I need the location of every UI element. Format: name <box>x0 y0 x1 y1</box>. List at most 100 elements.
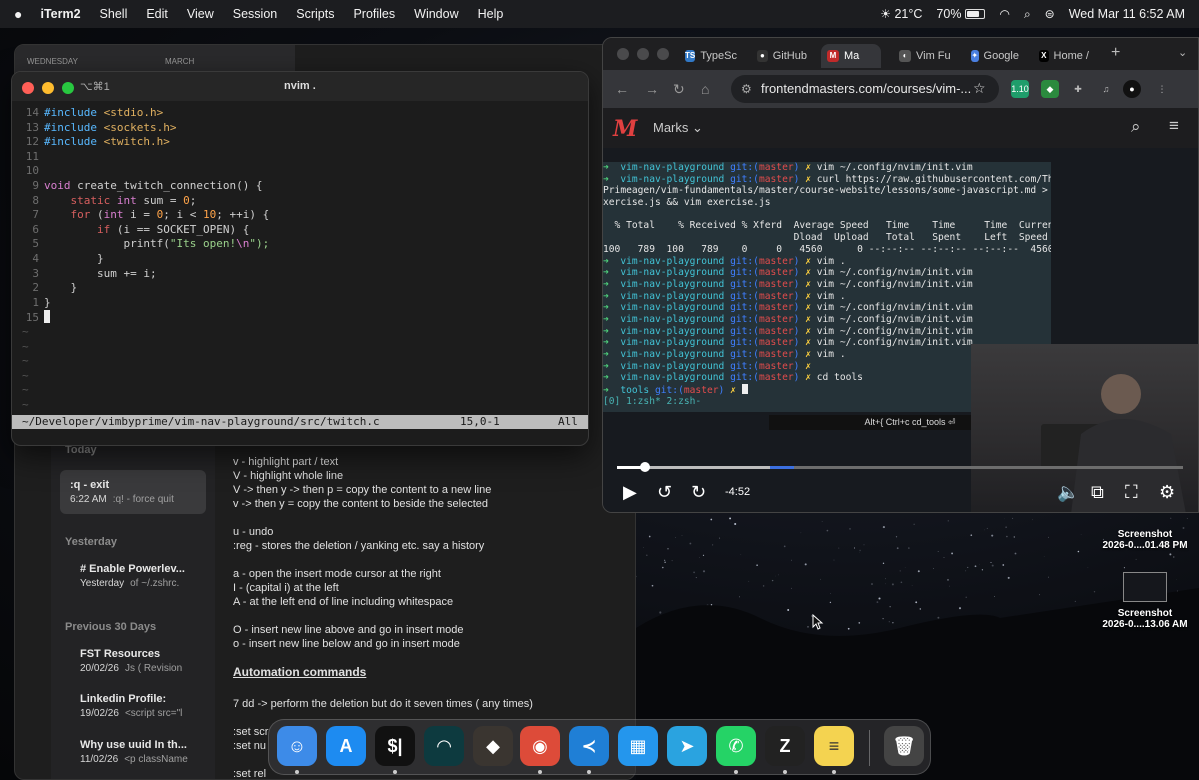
zoom-button[interactable] <box>62 82 74 94</box>
code-line[interactable]: 3 sum += i; <box>12 267 588 282</box>
code-line[interactable]: 10 <box>12 164 588 179</box>
browser-tab[interactable]: ● GitHub <box>751 44 813 68</box>
note-item[interactable]: Linkedin Profile: 19/02/26 <script src="l <box>70 687 216 725</box>
browser-menu-icon[interactable]: ⋮ <box>1153 80 1171 98</box>
rewind-icon[interactable]: ↺ <box>657 482 672 503</box>
battery-status[interactable]: 70% <box>936 7 986 21</box>
media-control-icon[interactable]: ♫ <box>1097 80 1115 98</box>
desktop-file[interactable]: Screenshot 2026-0....13.06 AM <box>1090 572 1199 630</box>
clock[interactable]: Wed Mar 11 6:52 AM <box>1069 7 1185 21</box>
browser-tab[interactable]: X Home / <box>1033 44 1095 68</box>
star <box>891 583 894 586</box>
wifi-icon[interactable]: ◠ <box>999 7 1009 21</box>
dock-finder-icon[interactable]: ☺ <box>277 726 317 766</box>
menu-view[interactable]: View <box>187 7 214 21</box>
code-line[interactable]: 7 for (int i = 0; i < 10; ++i) { <box>12 208 588 223</box>
browser-tab[interactable]: TS TypeSc <box>679 44 743 68</box>
extension-badge[interactable]: 1.10 <box>1011 80 1029 98</box>
dock-vscode-icon[interactable]: ≺ <box>569 726 609 766</box>
zoom-button[interactable] <box>657 48 669 60</box>
forward-button[interactable]: → <box>645 81 659 97</box>
code-token: } <box>44 295 51 309</box>
dock-notes-icon[interactable]: ≡ <box>814 726 854 766</box>
dock-trash-icon[interactable]: 🗑 <box>884 726 924 766</box>
spotlight-search-icon[interactable]: ⌕ <box>1024 7 1031 22</box>
address-bar[interactable]: ⚙ frontendmasters.com/courses/vim-... <box>731 75 999 103</box>
fullscreen-icon[interactable]: ⛶ <box>1125 482 1138 503</box>
browser-tab[interactable]: M Ma <box>821 44 881 68</box>
dock-iterm-icon[interactable]: $| <box>375 726 415 766</box>
menu-session[interactable]: Session <box>233 7 277 21</box>
browser-tab[interactable]: ◐ Vim Fu <box>893 44 957 68</box>
marks-dropdown[interactable]: Marks ⌄ <box>653 120 703 136</box>
search-icon[interactable]: ⌕ <box>1131 117 1141 137</box>
bookmark-star-icon[interactable]: ☆ <box>973 80 986 97</box>
note-item[interactable]: :q - exit 6:22 AM:q! - force quit <box>60 470 206 514</box>
video-player[interactable]: ➜ vim-nav-playground git:(master) ✗ vim … <box>603 148 1198 512</box>
shell-token: ➜ <box>603 360 621 372</box>
note-item[interactable]: # Enable Powerlev... Yesterday of ~/.zshr… <box>70 557 216 595</box>
code-line[interactable]: 4 } <box>12 252 588 267</box>
note-item[interactable]: Why use uuid In th... 11/02/26 <p classNa… <box>70 733 216 771</box>
code-line[interactable]: 2 } <box>12 281 588 296</box>
nvim-buffer[interactable]: 14 #include <stdio.h> 13 #include <sockets.… <box>12 106 588 412</box>
code-line[interactable]: 15 <box>12 310 588 325</box>
dock-telegram-icon[interactable]: ➤ <box>667 726 707 766</box>
code-line[interactable]: 14 #include <stdio.h> <box>12 106 588 121</box>
close-button[interactable] <box>22 82 34 94</box>
code-line[interactable]: 9 void create_twitch_connection() { <box>12 179 588 194</box>
scrubber-handle[interactable] <box>640 462 651 472</box>
menu-help[interactable]: Help <box>478 7 504 21</box>
extensions-puzzle-icon[interactable]: ✚ <box>1069 80 1087 98</box>
dock-box-icon[interactable]: ◆ <box>473 726 513 766</box>
iterm-window[interactable]: ⌥⌘1 nvim . 14 #include <stdio.h> 13 #includ… <box>11 71 589 446</box>
menu-edit[interactable]: Edit <box>146 7 168 21</box>
control-center-icon[interactable]: ⊜ <box>1045 7 1055 21</box>
star <box>1186 518 1188 519</box>
profile-avatar[interactable]: ● <box>1123 80 1141 98</box>
dock-warp-icon[interactable]: ◠ <box>424 726 464 766</box>
minimize-button[interactable] <box>42 82 54 94</box>
settings-gear-icon[interactable]: ⚙ <box>1159 482 1175 503</box>
forward-icon[interactable]: ↻ <box>691 482 706 503</box>
menu-profiles[interactable]: Profiles <box>353 7 395 21</box>
shield-extension-icon[interactable]: ◆ <box>1041 80 1059 98</box>
new-tab-button[interactable]: + <box>1111 44 1120 62</box>
code-line[interactable]: 5 printf("Its open!\n"); <box>12 237 588 252</box>
note-item[interactable]: FST Resources 20/02/26 Js ( Revision <box>70 642 216 680</box>
menu-shell[interactable]: Shell <box>100 7 128 21</box>
code-line[interactable]: 13 #include <sockets.h> <box>12 121 588 136</box>
dock-docker-icon[interactable]: ▦ <box>618 726 658 766</box>
browser-window[interactable]: TS TypeSc ● GitHub M Ma ◐ Vim Fu ✦ Google X Home / … <box>602 37 1199 513</box>
tab-search-icon[interactable]: ⌄ <box>1178 46 1187 59</box>
code-line[interactable]: 6 if (i == SOCKET_OPEN) { <box>12 223 588 238</box>
code-line[interactable]: 11 <box>12 150 588 165</box>
dock-zed-icon[interactable]: Z <box>765 726 805 766</box>
browser-tab[interactable]: ✦ Google <box>965 44 1025 68</box>
code-line[interactable]: 1} <box>12 295 588 311</box>
back-button[interactable]: ← <box>615 81 629 97</box>
picture-in-picture-icon[interactable]: ⧉ <box>1091 482 1104 503</box>
code-line[interactable]: 12 #include <twitch.h> <box>12 135 588 150</box>
minimize-button[interactable] <box>637 48 649 60</box>
volume-icon[interactable]: 🔈 <box>1057 482 1079 503</box>
close-button[interactable] <box>617 48 629 60</box>
home-button[interactable]: ⌂ <box>701 81 709 97</box>
play-icon[interactable]: ▶ <box>623 482 637 503</box>
code-line[interactable]: 8 static int sum = 0; <box>12 194 588 209</box>
frontendmasters-logo[interactable]: M <box>613 116 637 142</box>
dock-app-store-icon[interactable]: A <box>326 726 366 766</box>
menu-app-name[interactable]: iTerm2 <box>40 7 80 21</box>
dock-whatsapp-icon[interactable]: ✆ <box>716 726 756 766</box>
iterm-titlebar[interactable]: ⌥⌘1 nvim . <box>12 72 588 101</box>
apple-menu-icon[interactable]: ● <box>14 6 22 22</box>
desktop-file[interactable]: Screenshot 2026-0....01.48 PM <box>1090 529 1199 551</box>
menu-scripts[interactable]: Scripts <box>296 7 334 21</box>
menu-window[interactable]: Window <box>414 7 458 21</box>
reload-button[interactable]: ↻ <box>673 81 685 98</box>
video-progress-bar[interactable] <box>617 462 1183 472</box>
hamburger-menu-icon[interactable]: ≡ <box>1169 116 1179 136</box>
weather-status[interactable]: ☀ 21°C <box>880 7 922 21</box>
site-info-icon[interactable]: ⚙ <box>741 75 752 103</box>
dock-chrome-icon[interactable]: ◉ <box>520 726 560 766</box>
